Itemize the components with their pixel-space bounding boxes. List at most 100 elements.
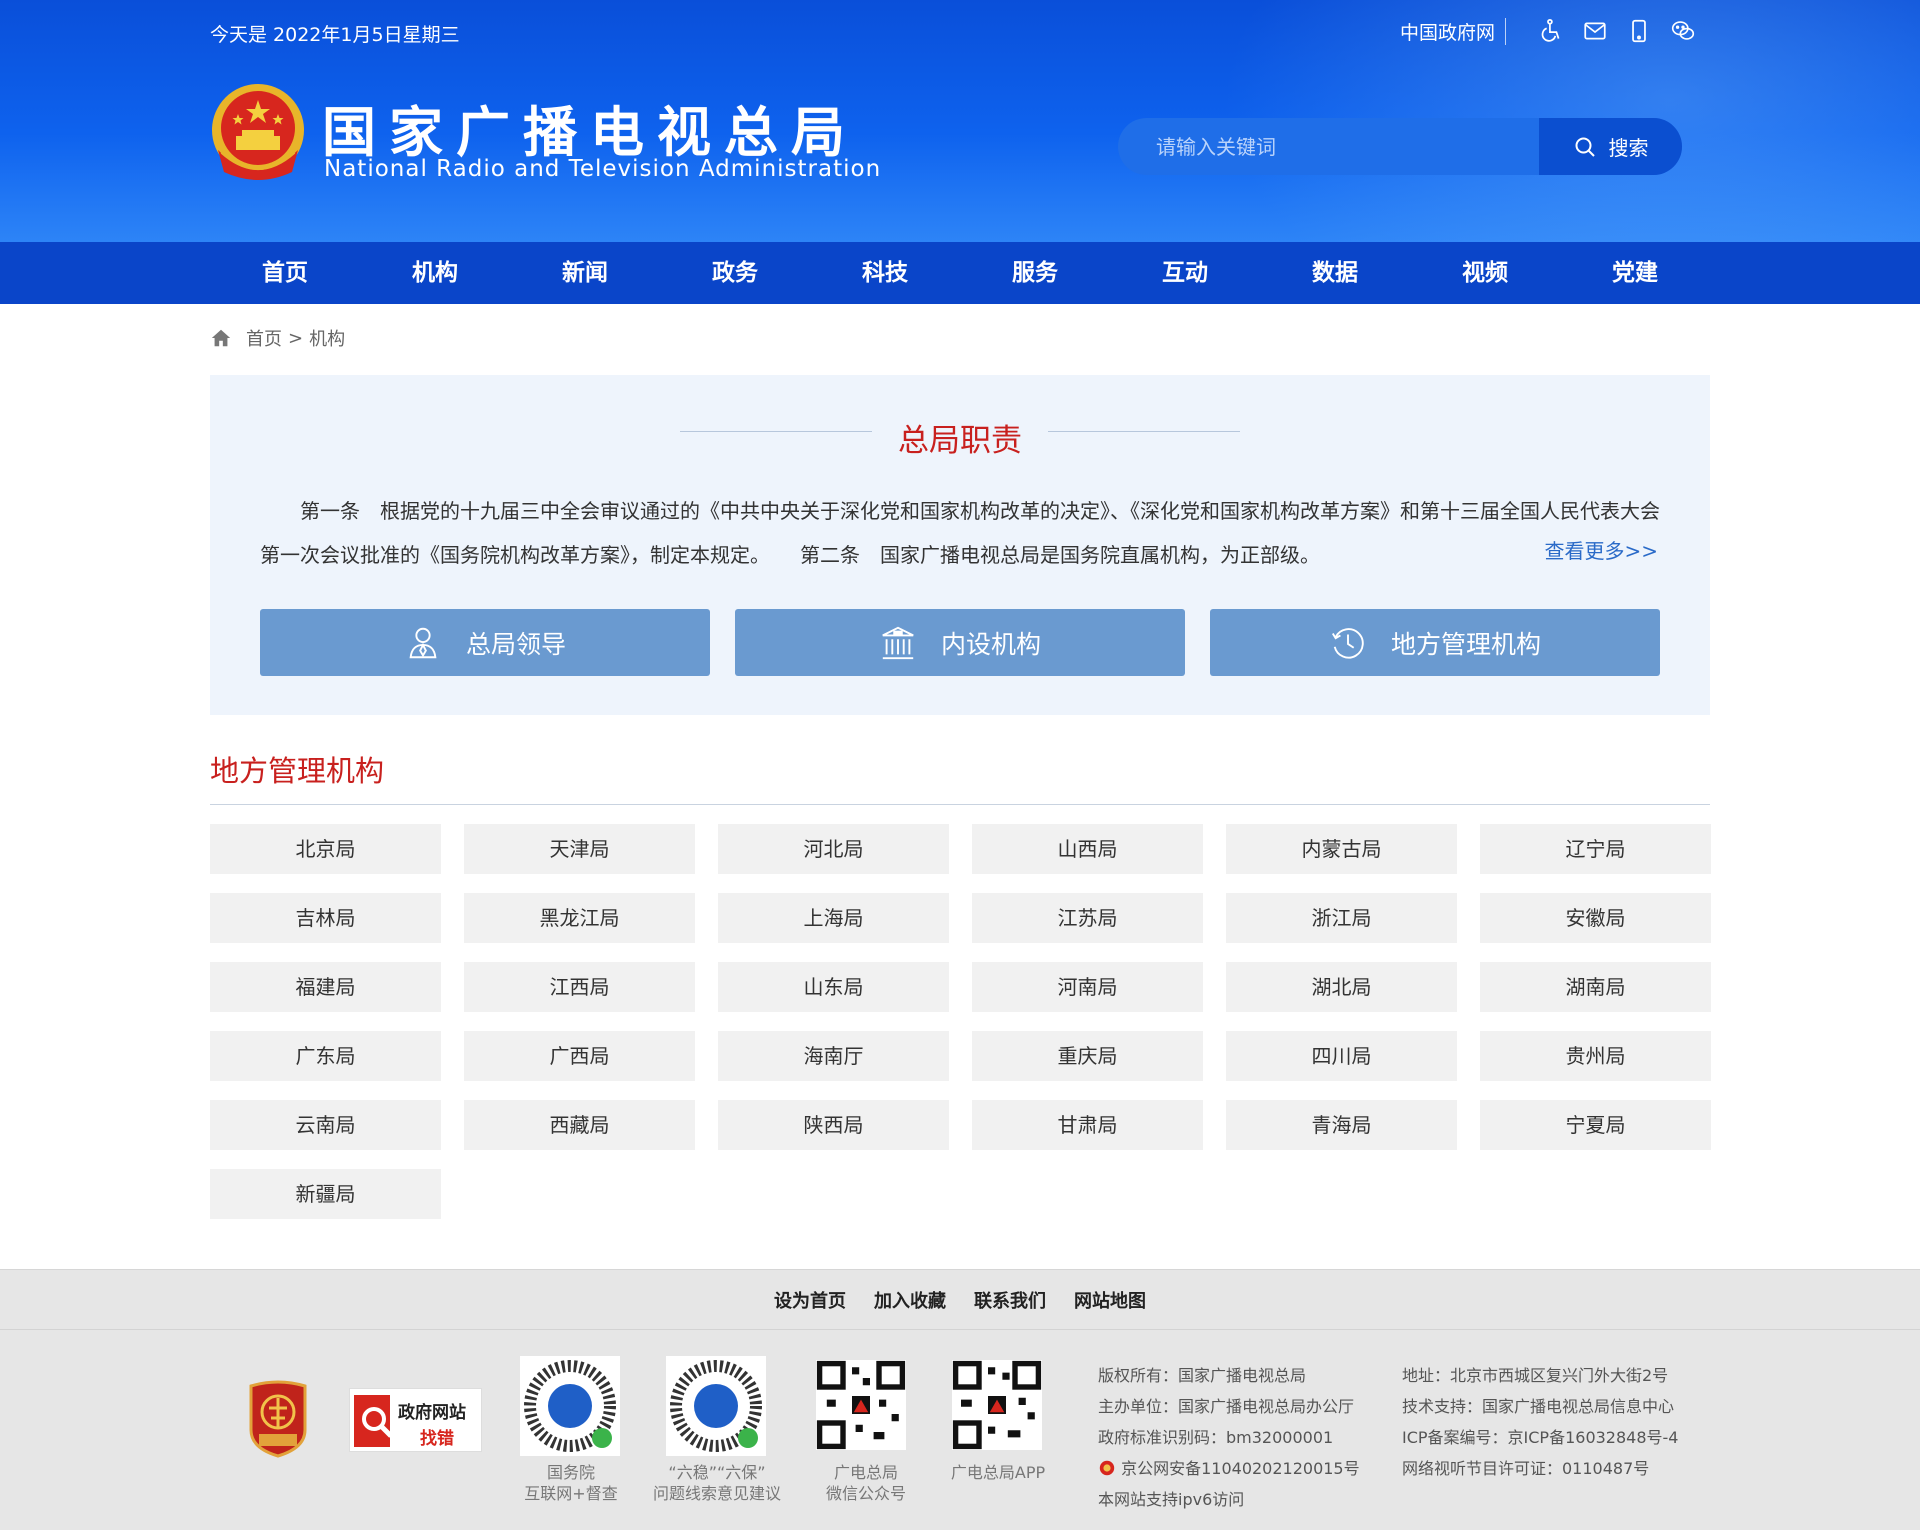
icp-record-text[interactable]: ICP备案编号：京ICP备16032848号-4 bbox=[1402, 1422, 1678, 1453]
agency-item[interactable]: 新疆局 bbox=[210, 1169, 441, 1219]
add-favorite-link[interactable]: 加入收藏 bbox=[874, 1287, 946, 1313]
agency-item[interactable]: 辽宁局 bbox=[1480, 824, 1711, 874]
search-input[interactable] bbox=[1118, 118, 1539, 175]
search-icon bbox=[1575, 137, 1595, 157]
leadership-button[interactable]: 总局领导 bbox=[260, 609, 710, 676]
building-icon bbox=[882, 626, 914, 659]
agency-item[interactable]: 山西局 bbox=[972, 824, 1203, 874]
police-record-line[interactable]: 京公网安备11040202120015号 bbox=[1098, 1453, 1360, 1484]
agency-item[interactable]: 福建局 bbox=[210, 962, 441, 1012]
history-clock-icon bbox=[1331, 627, 1364, 659]
license-text: 网络视听节目许可证：0110487号 bbox=[1402, 1459, 1650, 1478]
address-text: 地址：北京市西城区复兴门外大街2号 bbox=[1402, 1366, 1669, 1385]
site-header: 今天是 2022年1月5日星期三 中国政府网 国家广播电视总局 National… bbox=[0, 0, 1920, 242]
agency-item[interactable]: 吉林局 bbox=[210, 893, 441, 943]
agency-item[interactable]: 青海局 bbox=[1226, 1100, 1457, 1150]
breadcrumb: 首页 > 机构 bbox=[210, 325, 345, 351]
government-site-error-report-badge[interactable]: 政府网站 找错 bbox=[349, 1388, 482, 1452]
agency-item[interactable]: 宁夏局 bbox=[1480, 1100, 1711, 1150]
nav-item-home[interactable]: 首页 bbox=[210, 242, 360, 304]
footer-info-left: 版权所有：国家广播电视总局 主办单位：国家广播电视总局办公厅 政府标准识别码：b… bbox=[1098, 1360, 1360, 1515]
duty-title: 总局职责 bbox=[898, 423, 1022, 459]
agency-item[interactable]: 内蒙古局 bbox=[1226, 824, 1457, 874]
qr-caption-state-council: 国务院 互联网+督查 bbox=[524, 1463, 618, 1503]
home-icon[interactable] bbox=[210, 327, 232, 349]
wechat-icon[interactable] bbox=[1668, 16, 1698, 46]
breadcrumb-current[interactable]: 机构 bbox=[309, 325, 345, 351]
agency-item[interactable]: 江西局 bbox=[464, 962, 695, 1012]
agency-item[interactable]: 上海局 bbox=[718, 893, 949, 943]
agency-item[interactable]: 天津局 bbox=[464, 824, 695, 874]
person-icon bbox=[409, 627, 437, 658]
police-badge-icon bbox=[1099, 1460, 1115, 1476]
agency-item[interactable]: 湖北局 bbox=[1226, 962, 1457, 1012]
agency-item[interactable]: 广西局 bbox=[464, 1031, 695, 1081]
agency-item[interactable]: 海南厅 bbox=[718, 1031, 949, 1081]
agency-item[interactable]: 贵州局 bbox=[1480, 1031, 1711, 1081]
view-more-link[interactable]: 查看更多>> bbox=[1544, 535, 1658, 564]
agency-item[interactable]: 浙江局 bbox=[1226, 893, 1457, 943]
qr-caption-app: 广电总局APP bbox=[950, 1463, 1046, 1482]
agency-item[interactable]: 安徽局 bbox=[1480, 893, 1711, 943]
copyright-text: 版权所有：国家广播电视总局 bbox=[1098, 1366, 1307, 1385]
tech-support-text: 技术支持：国家广播电视总局信息中心 bbox=[1402, 1397, 1675, 1416]
internal-departments-button[interactable]: 内设机构 bbox=[735, 609, 1185, 676]
search-button-label: 搜索 bbox=[1608, 136, 1649, 160]
accessibility-icon[interactable] bbox=[1536, 16, 1566, 46]
current-date: 今天是 2022年1月5日星期三 bbox=[210, 24, 460, 46]
breadcrumb-home-link[interactable]: 首页 bbox=[246, 325, 282, 351]
ipv6-text: 本网站支持ipv6访问 bbox=[1098, 1490, 1245, 1509]
party-government-badge[interactable] bbox=[245, 1380, 311, 1458]
nav-item-party-building[interactable]: 党建 bbox=[1560, 242, 1710, 304]
qr-caption-six-stability: “六稳”“六保” 问题线索意见建议 bbox=[652, 1463, 781, 1503]
nav-item-government-affairs[interactable]: 政务 bbox=[660, 242, 810, 304]
agency-item[interactable]: 河南局 bbox=[972, 962, 1203, 1012]
agency-item[interactable]: 四川局 bbox=[1226, 1031, 1457, 1081]
agency-item[interactable]: 江苏局 bbox=[972, 893, 1203, 943]
agency-item[interactable]: 山东局 bbox=[718, 962, 949, 1012]
nav-item-technology[interactable]: 科技 bbox=[810, 242, 960, 304]
site-footer: 设为首页 加入收藏 联系我们 网站地图 政府网站 找错 国务院 互联网+督查 “六… bbox=[0, 1269, 1920, 1530]
local-agencies-button[interactable]: 地方管理机构 bbox=[1210, 609, 1660, 676]
qr-code-wechat-official[interactable] bbox=[816, 1360, 906, 1450]
contact-us-link[interactable]: 联系我们 bbox=[974, 1287, 1046, 1313]
qr-code-app[interactable] bbox=[952, 1360, 1042, 1450]
local-section-title: 地方管理机构 bbox=[210, 754, 385, 788]
nav-item-video[interactable]: 视频 bbox=[1410, 242, 1560, 304]
agency-item[interactable]: 广东局 bbox=[210, 1031, 441, 1081]
qr-code-state-council[interactable] bbox=[520, 1356, 620, 1456]
nav-item-news[interactable]: 新闻 bbox=[510, 242, 660, 304]
agency-item[interactable]: 甘肃局 bbox=[972, 1100, 1203, 1150]
search-button[interactable]: 搜索 bbox=[1539, 118, 1682, 175]
mobile-icon[interactable] bbox=[1624, 16, 1654, 46]
agency-item[interactable]: 陕西局 bbox=[718, 1100, 949, 1150]
duty-text: 第一条 根据党的十九届三中全会审议通过的《中共中央关于深化党和国家机构改革的决定… bbox=[260, 499, 1660, 567]
nav-item-organization[interactable]: 机构 bbox=[360, 242, 510, 304]
search-bar: 搜索 bbox=[1118, 118, 1682, 175]
nav-item-data[interactable]: 数据 bbox=[1260, 242, 1410, 304]
agency-item[interactable]: 河北局 bbox=[718, 824, 949, 874]
internal-departments-button-label: 内设机构 bbox=[940, 629, 1041, 659]
qr-code-six-stability[interactable] bbox=[666, 1356, 766, 1456]
error-badge-top-text: 政府网站 bbox=[398, 1403, 466, 1423]
leadership-button-label: 总局领导 bbox=[465, 629, 566, 659]
nav-item-services[interactable]: 服务 bbox=[960, 242, 1110, 304]
gov-website-link[interactable]: 中国政府网 bbox=[1400, 17, 1506, 45]
set-homepage-link[interactable]: 设为首页 bbox=[774, 1287, 846, 1313]
agency-item[interactable]: 黑龙江局 bbox=[464, 893, 695, 943]
breadcrumb-separator: > bbox=[288, 327, 304, 349]
national-emblem-logo[interactable] bbox=[208, 80, 308, 184]
local-agency-grid: 北京局 天津局 河北局 山西局 内蒙古局 辽宁局 吉林局 黑龙江局 上海局 江苏… bbox=[210, 824, 1711, 1219]
agency-item[interactable]: 湖南局 bbox=[1480, 962, 1711, 1012]
agency-item[interactable]: 北京局 bbox=[210, 824, 441, 874]
sitemap-link[interactable]: 网站地图 bbox=[1074, 1287, 1146, 1313]
top-links: 中国政府网 bbox=[1400, 16, 1698, 46]
sponsor-text: 主办单位：国家广播电视总局办公厅 bbox=[1098, 1397, 1355, 1416]
main-nav: 首页 机构 新闻 政务 科技 服务 互动 数据 视频 党建 bbox=[0, 242, 1920, 304]
mail-icon[interactable] bbox=[1580, 16, 1610, 46]
agency-item[interactable]: 云南局 bbox=[210, 1100, 441, 1150]
agency-item[interactable]: 西藏局 bbox=[464, 1100, 695, 1150]
site-subtitle: National Radio and Television Administra… bbox=[324, 156, 882, 182]
agency-item[interactable]: 重庆局 bbox=[972, 1031, 1203, 1081]
nav-item-interaction[interactable]: 互动 bbox=[1110, 242, 1260, 304]
